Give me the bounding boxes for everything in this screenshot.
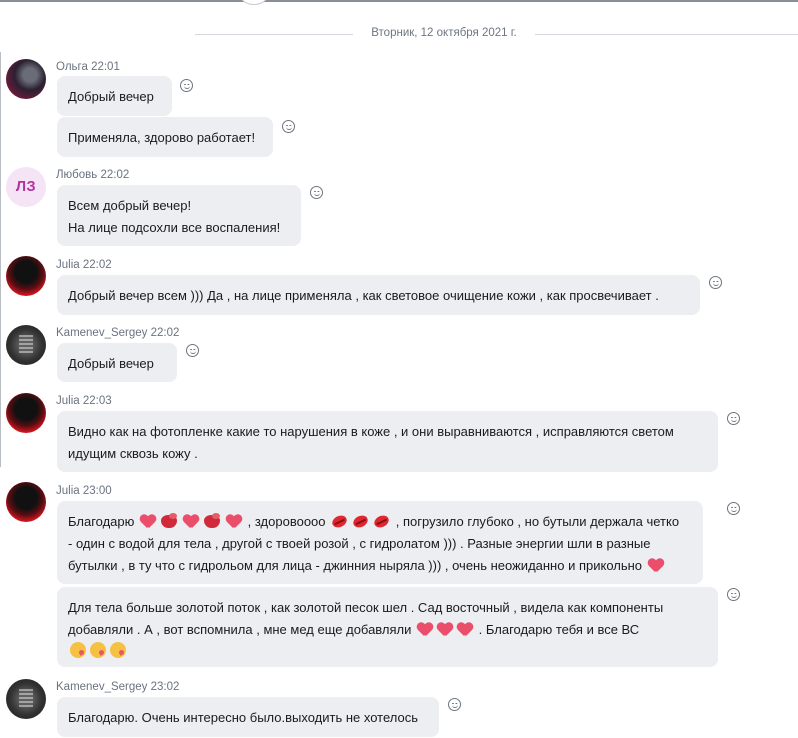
message-text: Применяла, здорово работает! <box>68 130 256 145</box>
left-edge-line <box>0 52 1 467</box>
message-bubble[interactable]: Применяла, здорово работает! <box>57 117 273 157</box>
wink-kiss-emoji-icon <box>110 642 126 658</box>
message-text: Благодарю <box>68 514 135 529</box>
kiss-mark-emoji-icon <box>331 514 348 528</box>
message-text: , погрузило глубоко , но бутыли держала … <box>395 514 680 529</box>
message-text: Благодарю. Очень интересно было.выходить… <box>68 710 419 725</box>
heart-emoji-icon <box>140 514 156 528</box>
kiss-mark-emoji-icon <box>352 514 369 528</box>
message-time: 22:02 <box>82 259 112 271</box>
heart-emoji-icon <box>437 622 453 636</box>
message-text: Добрый вечер <box>68 356 154 371</box>
message-text: , здоровоооо <box>247 514 326 529</box>
message-meta: Любовь 22:02 <box>56 169 129 181</box>
add-reaction-icon[interactable] <box>727 502 740 515</box>
message-bubble[interactable]: Благодарю , здоровоооо , погрузило глубо… <box>57 501 703 584</box>
message-bubble[interactable]: Всем добрый вечер! На лице подсохли все … <box>57 185 301 246</box>
message-bubble[interactable]: Добрый вечер <box>57 76 172 116</box>
add-reaction-icon[interactable] <box>310 186 323 199</box>
message-meta: Julia 22:02 <box>56 259 112 271</box>
message-bubble[interactable]: Благодарю. Очень интересно было.выходить… <box>57 697 439 737</box>
message-text-line: Благодарю , здоровоооо , погрузило глубо… <box>68 511 692 533</box>
message-meta: Kamenev_Sergey 22:02 <box>56 327 179 339</box>
message-bubble[interactable]: Добрый вечер <box>57 343 177 382</box>
message-meta: Julia 23:00 <box>56 485 112 497</box>
message-text-line: бутылки , в ту что с гидрольом для лица … <box>68 555 692 577</box>
avatar-lyubov[interactable]: ЛЗ <box>6 167 46 207</box>
sender-name[interactable]: Julia <box>56 485 80 497</box>
add-reaction-icon[interactable] <box>709 276 722 289</box>
message-text-line: - один с водой для тела , другой с твоей… <box>68 536 651 551</box>
avatar-julia[interactable] <box>6 482 46 522</box>
message-text: добавляли . А , вот вспомнила , мне мед … <box>68 622 412 637</box>
message-bubble[interactable]: Видно как на фотопленке какие то нарушен… <box>57 411 718 472</box>
message-text-line: идущим сквозь кожу . <box>68 446 198 461</box>
add-reaction-icon[interactable] <box>727 588 740 601</box>
message-bubble[interactable]: Добрый вечер всем ))) Да , на лице приме… <box>57 275 700 315</box>
kiss-face-emoji-icon <box>203 513 222 528</box>
heart-emoji-icon <box>648 558 664 572</box>
message-text-line: добавляли . А , вот вспомнила , мне мед … <box>68 619 707 641</box>
message-text-line: Всем добрый вечер! <box>68 198 192 213</box>
add-reaction-icon[interactable] <box>282 120 295 133</box>
avatar-kamenev-sergey[interactable] <box>6 679 46 719</box>
add-reaction-icon[interactable] <box>727 412 740 425</box>
message-meta: Julia 22:03 <box>56 395 112 407</box>
avatar-kamenev-sergey[interactable] <box>6 325 46 365</box>
heart-emoji-icon <box>417 622 433 636</box>
add-reaction-icon[interactable] <box>448 698 461 711</box>
date-separator-line-right <box>535 34 798 35</box>
message-time: 22:01 <box>91 61 120 73</box>
message-time: 22:02 <box>100 169 130 181</box>
sender-name[interactable]: Любовь <box>56 169 97 181</box>
message-text-line: На лице подсохли все воспаления! <box>68 220 281 235</box>
wink-kiss-emoji-icon <box>70 642 86 658</box>
message-text: бутылки , в ту что с гидрольом для лица … <box>68 558 643 573</box>
date-separator: Вторник, 12 октября 2021 г. <box>0 24 798 44</box>
sender-name[interactable]: Kamenev_Sergey <box>56 327 147 339</box>
date-separator-label: Вторник, 12 октября 2021 г. <box>371 27 517 39</box>
add-reaction-icon[interactable] <box>186 344 199 357</box>
message-meta: Kamenev_Sergey 23:02 <box>56 681 179 693</box>
scroll-handle[interactable] <box>238 0 270 5</box>
message-text: . Благодарю тебя и все ВС <box>478 622 640 637</box>
date-separator-line-left <box>195 34 353 35</box>
message-text: Добрый вечер <box>68 89 154 104</box>
avatar-julia[interactable] <box>6 393 46 433</box>
message-time: 22:02 <box>150 327 180 339</box>
avatar-olga[interactable] <box>6 59 46 99</box>
message-emoji-line <box>68 641 707 663</box>
sender-name[interactable]: Julia <box>56 259 80 271</box>
wink-kiss-emoji-icon <box>90 642 106 658</box>
top-divider <box>0 0 798 5</box>
message-time: 22:03 <box>82 395 112 407</box>
avatar-picture <box>19 689 33 707</box>
heart-emoji-icon <box>226 514 242 528</box>
message-text-line: Для тела больше золотой поток , как золо… <box>68 600 664 615</box>
add-reaction-icon[interactable] <box>180 79 193 92</box>
kiss-mark-emoji-icon <box>373 514 390 528</box>
avatar-picture <box>19 335 33 353</box>
message-time: 23:00 <box>82 485 112 497</box>
sender-name[interactable]: Julia <box>56 395 80 407</box>
message-bubble[interactable]: Для тела больше золотой поток , как золо… <box>57 587 718 667</box>
kiss-face-emoji-icon <box>160 513 179 528</box>
heart-emoji-icon <box>457 622 473 636</box>
message-time: 23:02 <box>150 681 180 693</box>
sender-name[interactable]: Kamenev_Sergey <box>56 681 147 693</box>
sender-name[interactable]: Ольга <box>56 61 88 73</box>
message-text: Добрый вечер всем ))) Да , на лице приме… <box>68 288 659 303</box>
heart-emoji-icon <box>183 514 199 528</box>
message-meta: Ольга 22:01 <box>56 61 120 73</box>
avatar-julia[interactable] <box>6 256 46 296</box>
top-divider-line <box>0 0 798 2</box>
message-text-line: Видно как на фотопленке какие то нарушен… <box>68 424 674 439</box>
